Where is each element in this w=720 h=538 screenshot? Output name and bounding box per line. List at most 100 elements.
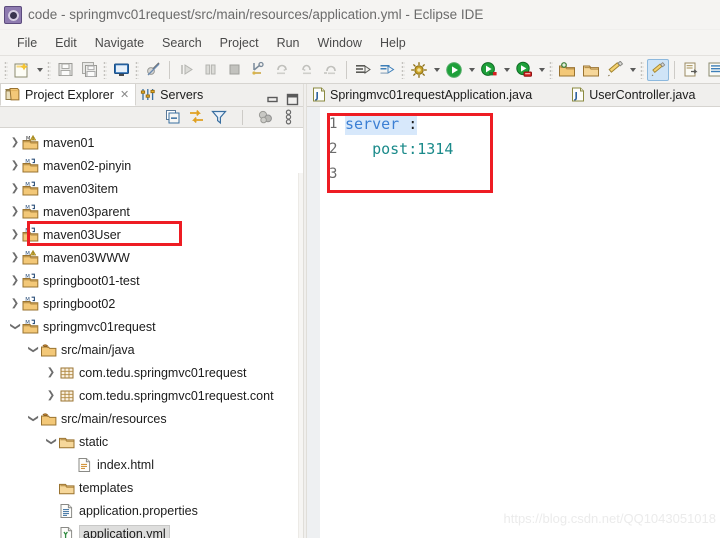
class-dropdown-arrow[interactable] — [627, 59, 638, 81]
tree-row-maven03parent[interactable]: ❯ M maven03parent — [0, 200, 303, 223]
tree-row-templates[interactable]: ❯ templates — [0, 476, 303, 499]
minimize-button[interactable] — [265, 92, 279, 106]
new-dropdown-arrow[interactable] — [34, 59, 45, 81]
suspend-icon[interactable] — [199, 59, 221, 81]
menu-navigate[interactable]: Navigate — [86, 34, 153, 52]
chevron-down-icon[interactable]: ❯ — [40, 435, 63, 449]
tree-row-maven03item[interactable]: ❯ M maven03item — [0, 177, 303, 200]
debug-dropdown-arrow[interactable] — [431, 59, 442, 81]
terminate-icon[interactable] — [223, 59, 245, 81]
toolbar-grip-4[interactable] — [135, 60, 139, 79]
toolbar-grip-5[interactable] — [401, 60, 405, 79]
code-editor[interactable]: 1 server : 2 post:1314 3 — [307, 107, 720, 538]
code-line-1[interactable]: 1 server : — [307, 111, 720, 136]
chevron-right-icon[interactable]: ❯ — [44, 361, 58, 384]
main-toolbar — [0, 56, 720, 84]
tree-row-springmvc01request[interactable]: ❯ M springmvc01request — [0, 315, 303, 338]
debug-icon[interactable] — [408, 59, 430, 81]
menu-edit[interactable]: Edit — [46, 34, 86, 52]
java-perspective-icon[interactable] — [647, 58, 669, 81]
drop-to-frame-icon[interactable] — [319, 59, 341, 81]
chevron-right-icon[interactable]: ❯ — [8, 223, 22, 246]
tree-row-maven03user[interactable]: ❯ M maven03User — [0, 223, 303, 246]
chevron-down-icon[interactable]: ❯ — [4, 320, 27, 334]
code-line-3[interactable]: 3 — [307, 161, 720, 186]
tree-row-springboot01-test[interactable]: ❯ M springboot01-test — [0, 269, 303, 292]
chevron-down-icon[interactable]: ❯ — [22, 343, 45, 357]
run-server-icon[interactable] — [513, 59, 535, 81]
tree-row-maven03www[interactable]: ❯ M maven03WWW — [0, 246, 303, 269]
coverage-icon[interactable] — [478, 59, 500, 81]
chevron-right-icon[interactable]: ❯ — [8, 177, 22, 200]
tree-row-static[interactable]: ❯ static — [0, 430, 303, 453]
step-return-icon[interactable] — [295, 59, 317, 81]
filter-icon[interactable] — [210, 108, 228, 126]
coverage-dropdown-arrow[interactable] — [501, 59, 512, 81]
tree-row-index-html[interactable]: ❯ index.html — [0, 453, 303, 476]
new-package-icon[interactable] — [556, 59, 578, 81]
open-type-icon[interactable] — [352, 59, 374, 81]
step-over-icon[interactable] — [271, 59, 293, 81]
chevron-right-icon[interactable]: ❯ — [8, 292, 22, 315]
tree-row-src-main-java[interactable]: ❯ src/main/java — [0, 338, 303, 361]
project-tree[interactable]: ❯ M maven01 ❯ M maven02-pinyin ❯ M maven… — [0, 128, 303, 538]
save-all-icon[interactable] — [78, 59, 100, 81]
menu-run[interactable]: Run — [268, 34, 309, 52]
editor-tab-usercontroller[interactable]: J UserController.java — [566, 84, 703, 106]
code-content[interactable]: 1 server : 2 post:1314 3 — [307, 111, 720, 186]
close-icon[interactable]: ✕ — [120, 88, 129, 101]
tree-row-application-properties[interactable]: ❯ application.properties — [0, 499, 303, 522]
code-text[interactable]: post:1314 — [345, 138, 453, 160]
focus-on-active-task-icon[interactable] — [256, 108, 274, 126]
tab-project-explorer[interactable]: Project Explorer ✕ — [0, 83, 137, 106]
tree-row-application-yml[interactable]: ❯ application.yml — [0, 522, 303, 538]
save-icon[interactable] — [54, 59, 76, 81]
tree-row-maven01[interactable]: ❯ M maven01 — [0, 131, 303, 154]
maximize-button[interactable] — [285, 92, 299, 106]
code-text[interactable]: server : — [345, 112, 418, 135]
link-with-editor-icon[interactable] — [187, 108, 205, 126]
chevron-right-icon[interactable]: ❯ — [8, 154, 22, 177]
chevron-right-icon[interactable]: ❯ — [8, 200, 22, 223]
new-wizard-icon[interactable] — [11, 59, 33, 81]
menu-file[interactable]: File — [8, 34, 46, 52]
tree-row-maven02-pinyin[interactable]: ❯ M maven02-pinyin — [0, 154, 303, 177]
tree-row-src-main-resources[interactable]: ❯ src/main/resources — [0, 407, 303, 430]
project-explorer-icon — [5, 87, 21, 103]
step-into-icon[interactable] — [247, 59, 269, 81]
chevron-right-icon[interactable]: ❯ — [44, 384, 58, 407]
open-task-repository-icon[interactable] — [680, 59, 702, 81]
menu-search[interactable]: Search — [153, 34, 211, 52]
chevron-down-icon[interactable]: ❯ — [22, 412, 45, 426]
open-task-icon[interactable] — [376, 59, 398, 81]
collapse-all-icon[interactable] — [164, 108, 182, 126]
code-line-2[interactable]: 2 post:1314 — [307, 136, 720, 161]
toolbar-grip-7[interactable] — [640, 60, 644, 79]
chevron-right-icon[interactable]: ❯ — [8, 131, 22, 154]
toggle-breakpoint-icon[interactable] — [142, 59, 164, 81]
tree-row-package-2[interactable]: ❯ com.tedu.springmvc01request.cont — [0, 384, 303, 407]
new-folder-icon[interactable] — [580, 59, 602, 81]
menu-project[interactable]: Project — [211, 34, 268, 52]
toolbar-grip-3[interactable] — [103, 60, 107, 79]
tree-scrollbar[interactable] — [298, 173, 303, 538]
tree-row-package-1[interactable]: ❯ com.tedu.springmvc01request — [0, 361, 303, 384]
chevron-right-icon[interactable]: ❯ — [8, 269, 22, 292]
new-console-icon[interactable] — [110, 59, 132, 81]
menu-window[interactable]: Window — [309, 34, 371, 52]
toolbar-grip-2[interactable] — [47, 60, 51, 79]
toolbar-grip-6[interactable] — [549, 60, 553, 79]
run-icon[interactable] — [443, 59, 465, 81]
toolbar-grip[interactable] — [4, 60, 8, 79]
menu-help[interactable]: Help — [371, 34, 415, 52]
editor-tab-springmvc01requestapplication[interactable]: J Springmvc01requestApplication.java — [307, 84, 540, 106]
new-class-icon[interactable] — [604, 59, 626, 81]
chevron-right-icon[interactable]: ❯ — [8, 246, 22, 269]
view-menu-icon[interactable] — [279, 108, 297, 126]
tree-row-springboot02[interactable]: ❯ M springboot02 — [0, 292, 303, 315]
tab-servers[interactable]: Servers — [136, 83, 209, 106]
run-dropdown-arrow[interactable] — [466, 59, 477, 81]
server-dropdown-arrow[interactable] — [536, 59, 547, 81]
show-view-icon[interactable] — [704, 59, 720, 81]
resume-icon[interactable] — [175, 59, 197, 81]
